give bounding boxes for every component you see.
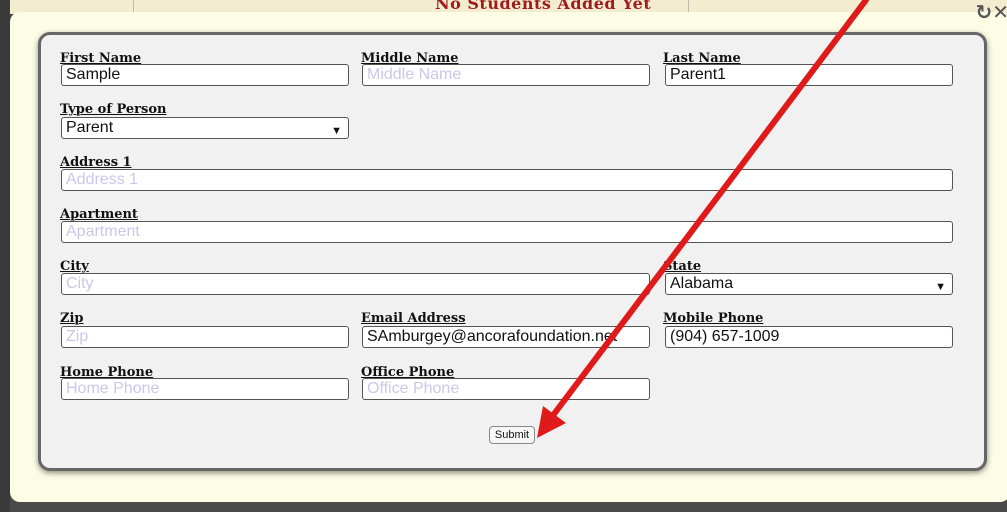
arrow-head — [537, 406, 566, 438]
red-arrow-annotation — [537, 0, 869, 438]
arrow-shaft — [545, 0, 869, 425]
